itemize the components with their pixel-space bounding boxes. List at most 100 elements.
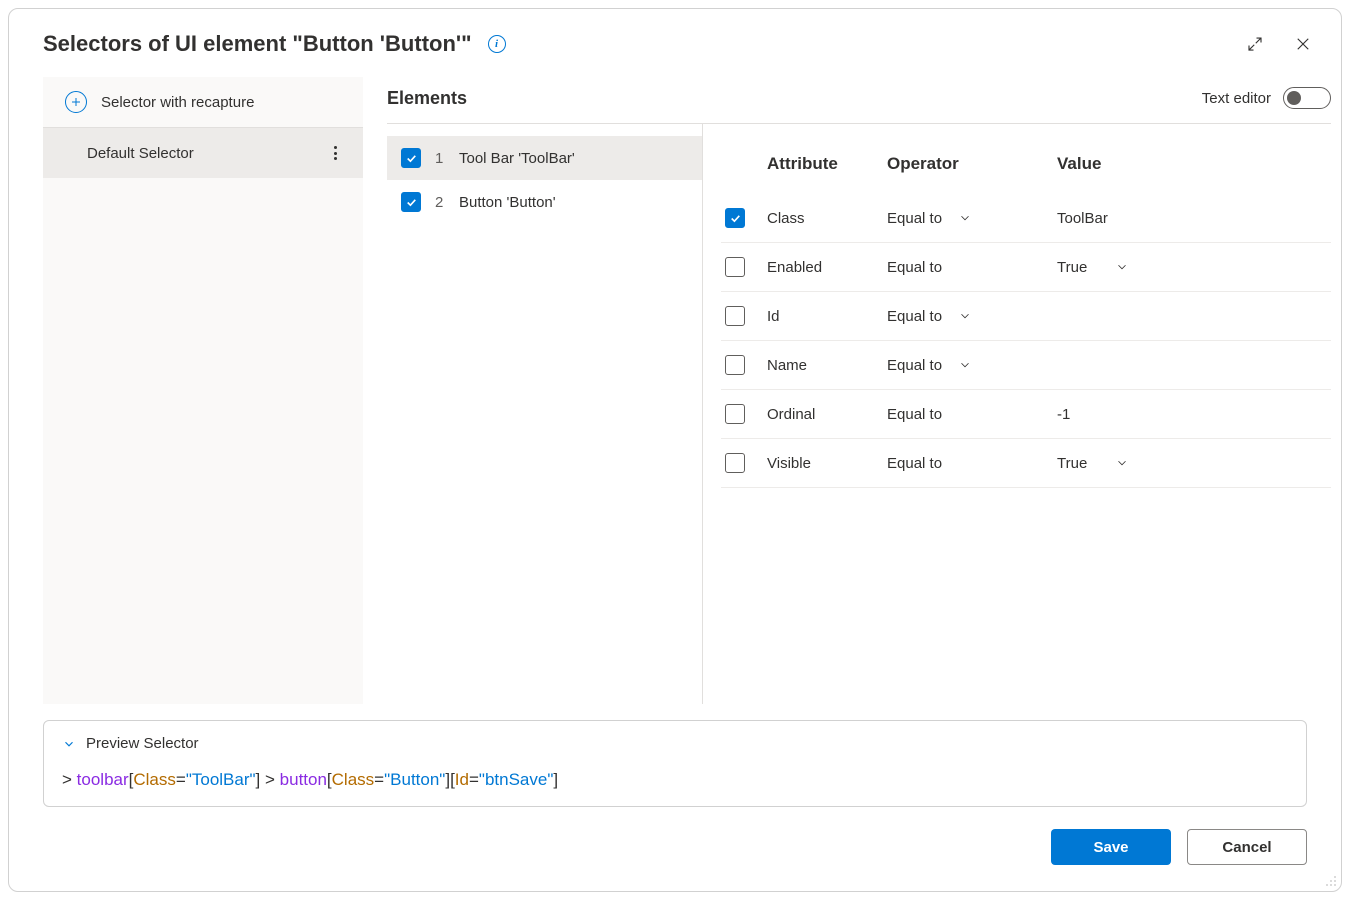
operator-cell[interactable]: Equal to: [887, 210, 1047, 227]
attribute-value: True: [1057, 259, 1087, 276]
attribute-value: ToolBar: [1057, 210, 1108, 227]
attribute-checkbox[interactable]: [725, 355, 745, 375]
resize-grip-icon[interactable]: [1325, 875, 1337, 887]
operator-value: Equal to: [887, 406, 942, 423]
operator-cell[interactable]: Equal to: [887, 406, 1047, 423]
selector-token: >: [260, 770, 279, 789]
chevron-down-icon: [958, 309, 972, 323]
operator-cell[interactable]: Equal to: [887, 259, 1047, 276]
toggle-knob: [1287, 91, 1301, 105]
attribute-row: Visible Equal to True: [721, 439, 1331, 488]
col-value: Value: [1057, 154, 1327, 174]
selector-token: =: [469, 770, 479, 789]
value-cell[interactable]: True: [1057, 455, 1327, 472]
attribute-row: Id Equal to: [721, 292, 1331, 341]
element-index: 2: [435, 194, 445, 211]
attribute-name: Id: [767, 308, 877, 325]
col-operator: Operator: [887, 154, 1047, 174]
preview-selector-box: Preview Selector > toolbar[Class="ToolBa…: [43, 720, 1307, 807]
attribute-checkbox[interactable]: [725, 257, 745, 277]
text-editor-toggle-wrap: Text editor: [1202, 87, 1331, 109]
chevron-down-icon: [62, 737, 76, 751]
attribute-checkbox[interactable]: [725, 208, 745, 228]
selector-token: Class: [133, 770, 176, 789]
add-selector-label: Selector with recapture: [101, 94, 254, 111]
expand-icon[interactable]: [1245, 34, 1265, 54]
attribute-checkbox[interactable]: [725, 453, 745, 473]
operator-cell[interactable]: Equal to: [887, 357, 1047, 374]
element-row[interactable]: 2 Button 'Button': [387, 180, 702, 224]
attribute-value: -1: [1057, 406, 1070, 423]
add-selector-with-recapture[interactable]: Selector with recapture: [43, 77, 363, 128]
attribute-row: Enabled Equal to True: [721, 243, 1331, 292]
attributes-panel: Attribute Operator Value Class Equal to To…: [703, 124, 1331, 704]
attribute-checkbox[interactable]: [725, 404, 745, 424]
attribute-row: Ordinal Equal to -1: [721, 390, 1331, 439]
operator-value: Equal to: [887, 455, 942, 472]
selector-token: "ToolBar": [186, 770, 256, 789]
selector-token: "btnSave": [479, 770, 553, 789]
selector-token: >: [62, 770, 77, 789]
operator-value: Equal to: [887, 357, 942, 374]
operator-cell[interactable]: Equal to: [887, 308, 1047, 325]
main-area: Selector with recapture Default Selector…: [9, 67, 1341, 704]
text-editor-label: Text editor: [1202, 90, 1271, 107]
save-button[interactable]: Save: [1051, 829, 1171, 865]
selector-label: Default Selector: [87, 145, 194, 162]
text-editor-toggle[interactable]: [1283, 87, 1331, 109]
attributes-header: Attribute Operator Value: [721, 140, 1331, 194]
dialog-title: Selectors of UI element "Button 'Button'…: [43, 31, 472, 57]
value-cell[interactable]: -1: [1057, 406, 1327, 423]
preview-label: Preview Selector: [86, 735, 199, 752]
attribute-row: Class Equal to ToolBar: [721, 194, 1331, 243]
element-index: 1: [435, 150, 445, 167]
operator-value: Equal to: [887, 308, 942, 325]
selector-token: ]: [553, 770, 558, 789]
dialog-header: Selectors of UI element "Button 'Button'…: [9, 9, 1341, 67]
selector-builder-dialog: Selectors of UI element "Button 'Button'…: [8, 8, 1342, 892]
selector-token: "Button": [384, 770, 445, 789]
attribute-checkbox[interactable]: [725, 306, 745, 326]
chevron-down-icon: [958, 358, 972, 372]
operator-value: Equal to: [887, 259, 942, 276]
cancel-button[interactable]: Cancel: [1187, 829, 1307, 865]
selector-row[interactable]: Default Selector: [43, 128, 363, 178]
attribute-row: Name Equal to: [721, 341, 1331, 390]
value-cell[interactable]: True: [1057, 259, 1327, 276]
center-header: Elements Text editor: [387, 77, 1331, 124]
close-icon[interactable]: [1293, 34, 1313, 54]
element-label: Tool Bar 'ToolBar': [459, 150, 575, 167]
elements-title: Elements: [387, 88, 467, 109]
selector-token: =: [176, 770, 186, 789]
attribute-name: Class: [767, 210, 877, 227]
chevron-down-icon: [958, 211, 972, 225]
preview-toggle[interactable]: Preview Selector: [62, 735, 1288, 752]
chevron-down-icon: [1115, 260, 1129, 274]
col-attribute: Attribute: [767, 154, 877, 174]
center-panel: Elements Text editor 1 Tool Bar 'ToolBar'…: [363, 77, 1341, 704]
selector-token: Id: [455, 770, 469, 789]
info-icon[interactable]: i: [488, 35, 506, 53]
element-row[interactable]: 1 Tool Bar 'ToolBar': [387, 136, 702, 180]
chevron-down-icon: [1115, 456, 1129, 470]
more-icon[interactable]: [330, 142, 341, 164]
dialog-footer: Save Cancel: [9, 807, 1341, 891]
selector-token: button: [280, 770, 327, 789]
element-label: Button 'Button': [459, 194, 556, 211]
selector-token: Class: [332, 770, 375, 789]
element-checkbox[interactable]: [401, 148, 421, 168]
operator-value: Equal to: [887, 210, 942, 227]
operator-cell[interactable]: Equal to: [887, 455, 1047, 472]
selector-token: toolbar: [77, 770, 129, 789]
preview-selector-text: > toolbar[Class="ToolBar"] > button[Clas…: [62, 770, 1288, 790]
attribute-name: Name: [767, 357, 877, 374]
attribute-name: Enabled: [767, 259, 877, 276]
plus-icon: [65, 91, 87, 113]
value-cell[interactable]: ToolBar: [1057, 210, 1327, 227]
attribute-name: Visible: [767, 455, 877, 472]
elements-list: 1 Tool Bar 'ToolBar' 2 Button 'Button': [387, 124, 703, 704]
element-checkbox[interactable]: [401, 192, 421, 212]
selector-token: =: [374, 770, 384, 789]
attribute-value: True: [1057, 455, 1087, 472]
attribute-name: Ordinal: [767, 406, 877, 423]
